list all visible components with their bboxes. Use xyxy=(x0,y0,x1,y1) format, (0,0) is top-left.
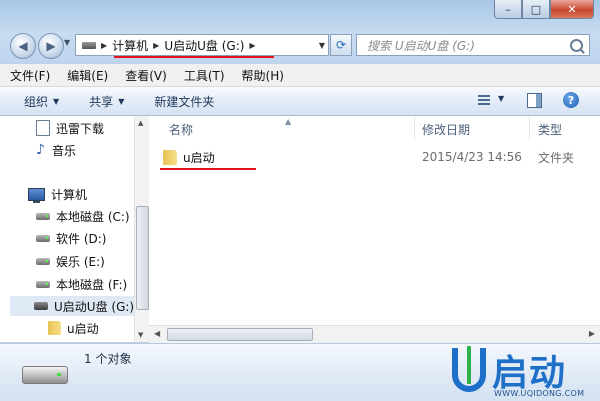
brand-u-mark xyxy=(452,346,486,392)
file-list-pane: ▲ 名称 修改日期 类型 u启动 2015/4/23 14:56 文件夹 xyxy=(149,116,600,342)
document-icon xyxy=(36,120,50,136)
window-caption-bar: – □ ✕ ◀ ▶ ▼ ▶ 计算机 ▶ U启动U盘 (G:) ▶ ▼ ⟳ 搜索 … xyxy=(0,0,600,62)
forward-button[interactable]: ▶ xyxy=(38,33,64,59)
close-button[interactable]: ✕ xyxy=(550,0,594,19)
computer-icon xyxy=(28,187,45,203)
caption-buttons: – □ ✕ xyxy=(494,0,594,20)
file-row[interactable]: u启动 2015/4/23 14:56 文件夹 xyxy=(157,147,597,167)
nav-item-disk-e[interactable]: 娱乐 (E:) xyxy=(36,251,105,271)
scrollbar-thumb[interactable] xyxy=(167,328,313,341)
nav-item-label: 计算机 xyxy=(51,187,88,202)
nav-item-label: 迅雷下载 xyxy=(56,121,105,136)
breadcrumb-drive[interactable]: U启动U盘 (G:) xyxy=(164,37,244,54)
scroll-right-icon[interactable]: ▶ xyxy=(589,329,595,338)
address-bar[interactable]: ▶ 计算机 ▶ U启动U盘 (G:) ▶ ▼ xyxy=(75,34,329,56)
chevron-down-icon: ▼ xyxy=(53,96,60,106)
explorer-window: – □ ✕ ◀ ▶ ▼ ▶ 计算机 ▶ U启动U盘 (G:) ▶ ▼ ⟳ 搜索 … xyxy=(0,0,600,401)
back-button[interactable]: ◀ xyxy=(10,33,36,59)
nav-item-disk-c[interactable]: 本地磁盘 (C:) xyxy=(36,206,130,226)
search-input[interactable]: 搜索 U启动U盘 (G:) xyxy=(356,34,590,56)
search-icon[interactable] xyxy=(570,38,583,52)
file-date: 2015/4/23 14:56 xyxy=(422,150,522,164)
share-label: 共享 xyxy=(89,94,114,109)
navigation-scrollbar[interactable]: ▲ ▼ xyxy=(134,116,149,342)
refresh-button[interactable]: ⟳ xyxy=(330,34,352,56)
sort-indicator-icon: ▲ xyxy=(285,117,292,126)
chevron-right-icon[interactable]: ▶ xyxy=(249,41,255,50)
scroll-left-icon[interactable]: ◀ xyxy=(154,329,160,338)
minimize-button[interactable]: – xyxy=(494,0,522,19)
column-divider[interactable] xyxy=(414,116,415,140)
nav-item-disk-f[interactable]: 本地磁盘 (F:) xyxy=(36,274,127,294)
hard-disk-icon xyxy=(36,257,50,265)
hard-disk-icon xyxy=(36,234,50,242)
column-header-type[interactable]: 类型 xyxy=(538,116,562,142)
menu-tools[interactable]: 工具(T) xyxy=(174,67,232,84)
address-dropdown-icon[interactable]: ▼ xyxy=(319,41,325,50)
drive-icon xyxy=(82,41,96,49)
nav-item-label: 本地磁盘 (F:) xyxy=(56,277,128,292)
brand-url: WWW.UQIDONG.COM xyxy=(494,389,585,398)
search-placeholder: 搜索 U启动U盘 (G:) xyxy=(367,38,475,53)
file-type: 文件夹 xyxy=(538,150,575,165)
preview-pane-icon[interactable] xyxy=(527,93,542,108)
arrow-right-icon: ▶ xyxy=(46,39,56,53)
music-icon: ♪ xyxy=(36,142,45,158)
folder-icon xyxy=(163,149,177,165)
horizontal-scrollbar[interactable]: ◀ ▶ xyxy=(149,325,600,343)
nav-item-computer[interactable]: 计算机 xyxy=(28,184,87,204)
navigation-pane: 迅雷下载 ♪ 音乐 计算机 本地磁盘 (C:) 软件 (D:) 娱乐 (E:) 本… xyxy=(0,116,149,342)
usb-drive-icon xyxy=(22,366,68,384)
item-count: 1 个对象 xyxy=(84,352,132,366)
breadcrumb-computer[interactable]: 计算机 xyxy=(112,37,148,54)
hard-disk-icon xyxy=(36,212,50,220)
column-header-name[interactable]: 名称 xyxy=(169,116,193,142)
brand-logo: 启动 WWW.UQIDONG.COM xyxy=(452,346,600,401)
refresh-icon: ⟳ xyxy=(335,38,347,52)
view-options-icon[interactable] xyxy=(478,95,490,105)
file-name-cell[interactable]: u启动 xyxy=(163,149,215,166)
recent-pages-dropdown[interactable]: ▼ xyxy=(64,38,70,47)
annotation-underline xyxy=(114,56,274,58)
column-divider[interactable] xyxy=(529,116,530,140)
chevron-down-icon: ▼ xyxy=(118,96,125,106)
new-folder-button[interactable]: 新建文件夹 xyxy=(148,93,220,110)
menu-help[interactable]: 帮助(H) xyxy=(232,67,291,84)
command-bar: 组织 ▼ 共享 ▼ 新建文件夹 ▼ ? xyxy=(0,87,600,116)
menu-edit[interactable]: 编辑(E) xyxy=(57,67,115,84)
hard-disk-icon xyxy=(36,280,50,288)
folder-icon xyxy=(48,321,61,335)
maximize-button[interactable]: □ xyxy=(522,0,550,19)
nav-item-label: u启动 xyxy=(67,321,99,336)
nav-item-label: 软件 (D:) xyxy=(56,231,107,246)
usb-drive-icon xyxy=(34,302,48,310)
scroll-up-icon[interactable]: ▲ xyxy=(138,119,143,127)
nav-item-disk-d[interactable]: 软件 (D:) xyxy=(36,228,106,248)
nav-item-music[interactable]: ♪ 音乐 xyxy=(36,140,76,160)
menu-bar: 文件(F) 编辑(E) 查看(V) 工具(T) 帮助(H) xyxy=(0,64,600,87)
nav-item-folder-uqidong[interactable]: u启动 xyxy=(48,318,99,338)
arrow-left-icon: ◀ xyxy=(18,39,28,53)
scrollbar-thumb[interactable] xyxy=(136,206,149,310)
help-icon[interactable]: ? xyxy=(563,92,579,108)
organize-button[interactable]: 组织 ▼ xyxy=(18,93,65,110)
nav-item-label: 娱乐 (E:) xyxy=(56,254,105,269)
nav-item-label: 音乐 xyxy=(52,143,77,158)
nav-item-label: U启动U盘 (G:) xyxy=(54,299,135,314)
chevron-right-icon[interactable]: ▶ xyxy=(101,41,107,50)
chevron-right-icon[interactable]: ▶ xyxy=(153,41,159,50)
organize-label: 组织 xyxy=(24,94,49,109)
nav-item-label: 本地磁盘 (C:) xyxy=(56,209,130,224)
nav-item-usb-drive[interactable]: U启动U盘 (G:) xyxy=(10,296,134,316)
file-name: u启动 xyxy=(183,150,215,165)
view-dropdown-icon[interactable]: ▼ xyxy=(498,94,504,103)
scroll-down-icon[interactable]: ▼ xyxy=(138,331,143,339)
annotation-underline xyxy=(160,168,256,170)
menu-file[interactable]: 文件(F) xyxy=(0,67,57,84)
menu-view[interactable]: 查看(V) xyxy=(115,67,174,84)
column-header-date[interactable]: 修改日期 xyxy=(422,116,470,142)
nav-item-xunlei[interactable]: 迅雷下载 xyxy=(36,118,104,138)
share-button[interactable]: 共享 ▼ xyxy=(83,93,130,110)
details-pane: 1 个对象 启动 WWW.UQIDONG.COM xyxy=(0,343,600,401)
